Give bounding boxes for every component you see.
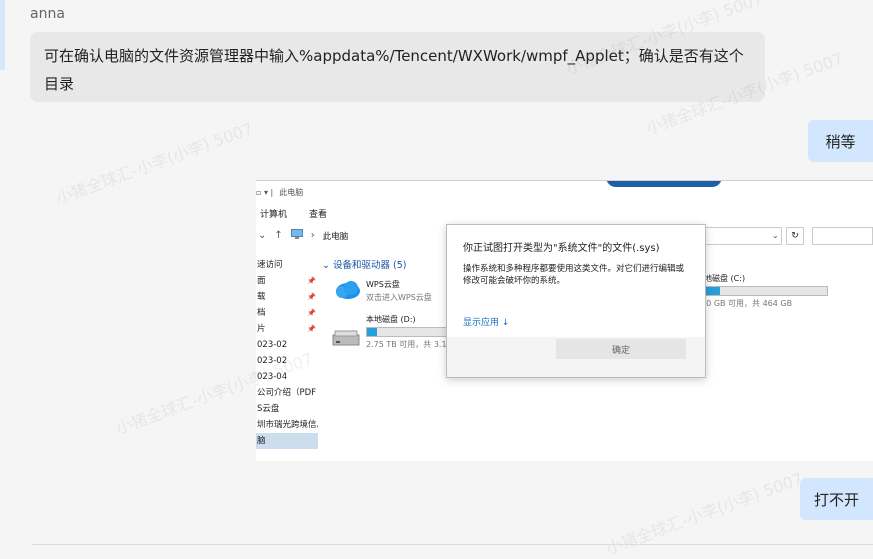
menu-computer: 计算机 (260, 210, 288, 220)
nav-item: 圳市瑞光跨境信息I (257, 420, 318, 430)
incoming-message-bubble: 可在确认电脑的文件资源管理器中输入%appdata%/Tencent/WXWor… (30, 32, 765, 102)
dialog-ok-button: 确定 (556, 339, 686, 359)
pc-icon (290, 229, 303, 242)
nav-item: 面 📌 (256, 273, 318, 289)
wallpaper-fragment (606, 181, 722, 187)
drive-d-usage-bar (366, 327, 448, 337)
chevron-down-icon: ⌄ (258, 230, 267, 241)
show-apps-link: 显示应用 ↓ (463, 318, 510, 328)
explorer-window-title: 此电脑 (279, 187, 304, 197)
sender-name: anna (30, 6, 65, 22)
dialog-description: 操作系统和多种程序都要使用这类文件。对它们进行编辑或修改可能会破坏你的系统。 (463, 264, 685, 286)
breadcrumb-separator-icon: › (310, 230, 315, 241)
outgoing-message-wait: 稍等 (808, 120, 873, 162)
address-path: ⌄ ↑ › 此电脑 (258, 229, 348, 242)
explorer-search-box (812, 227, 873, 245)
nav-item: 023-02 (257, 340, 288, 350)
drive-c: 本地磁盘 (C:) 380 GB 可用，共 464 GB (696, 273, 828, 309)
up-arrow-icon: ↑ (274, 230, 283, 241)
left-edge-strip (0, 0, 5, 70)
nav-item: 023-02 (257, 356, 288, 366)
nav-item: 速访问 (257, 260, 283, 270)
pin-icon: 📌 (307, 325, 316, 333)
drives-group-title: ⌄ 设备和驱动器 (5) (322, 260, 407, 271)
dialog-title: 你正试图打开类型为"系统文件"的文件(.sys) (463, 243, 660, 254)
quick-access-toolbar-icon: ▫ ▾ | (256, 187, 274, 197)
drive-wps: WPS云盘 双击进入WPS云盘 (366, 280, 432, 302)
address-box-edge (696, 227, 782, 245)
drive-d: 本地磁盘 (D:) 2.75 TB 可用，共 3.16 (366, 315, 452, 349)
hard-drive-icon (332, 330, 360, 346)
nav-item: 023-04 (257, 372, 288, 382)
wps-cloud-icon (336, 281, 360, 299)
pin-icon: 📌 (307, 293, 316, 301)
refresh-icon: ↻ (786, 227, 804, 245)
explorer-ribbon-menu: 计算机 查看 (260, 207, 327, 220)
nav-item: 档 📌 (256, 305, 318, 321)
drive-c-usage-bar (696, 286, 828, 296)
explorer-title-bar: ▫ ▾ | 此电脑 (256, 185, 303, 199)
nav-item: S云盘 (257, 404, 280, 414)
pin-icon: 📌 (307, 277, 316, 285)
nav-item-selected: 脑 (256, 433, 318, 449)
explorer-nav-pane: 速访问 面 📌 载 📌 档 📌 片 📌 023-02 023-02 023-04 公司介… (256, 257, 318, 461)
address-text: 此电脑 (322, 231, 349, 242)
outgoing-message-fail: 打不开 (800, 478, 873, 520)
input-divider (32, 544, 873, 545)
menu-view: 查看 (309, 210, 328, 220)
pin-icon: 📌 (307, 309, 316, 317)
watermark: 小猪全球汇-小李(小李) 5007 (53, 118, 256, 208)
nav-item: 片 📌 (256, 321, 318, 337)
attached-screenshot[interactable]: ▫ ▾ | 此电脑 计算机 查看 ⌄ ↑ › 此电脑 ⌄ ↻ 速访问 面 📌 载 📌… (256, 180, 873, 461)
nav-item: 公司介绍（PDF F (257, 388, 318, 398)
nav-item: 载 📌 (256, 289, 318, 305)
address-dropdown-icon: ⌄ (772, 231, 779, 240)
chevron-down-icon: ⌄ (322, 260, 333, 271)
